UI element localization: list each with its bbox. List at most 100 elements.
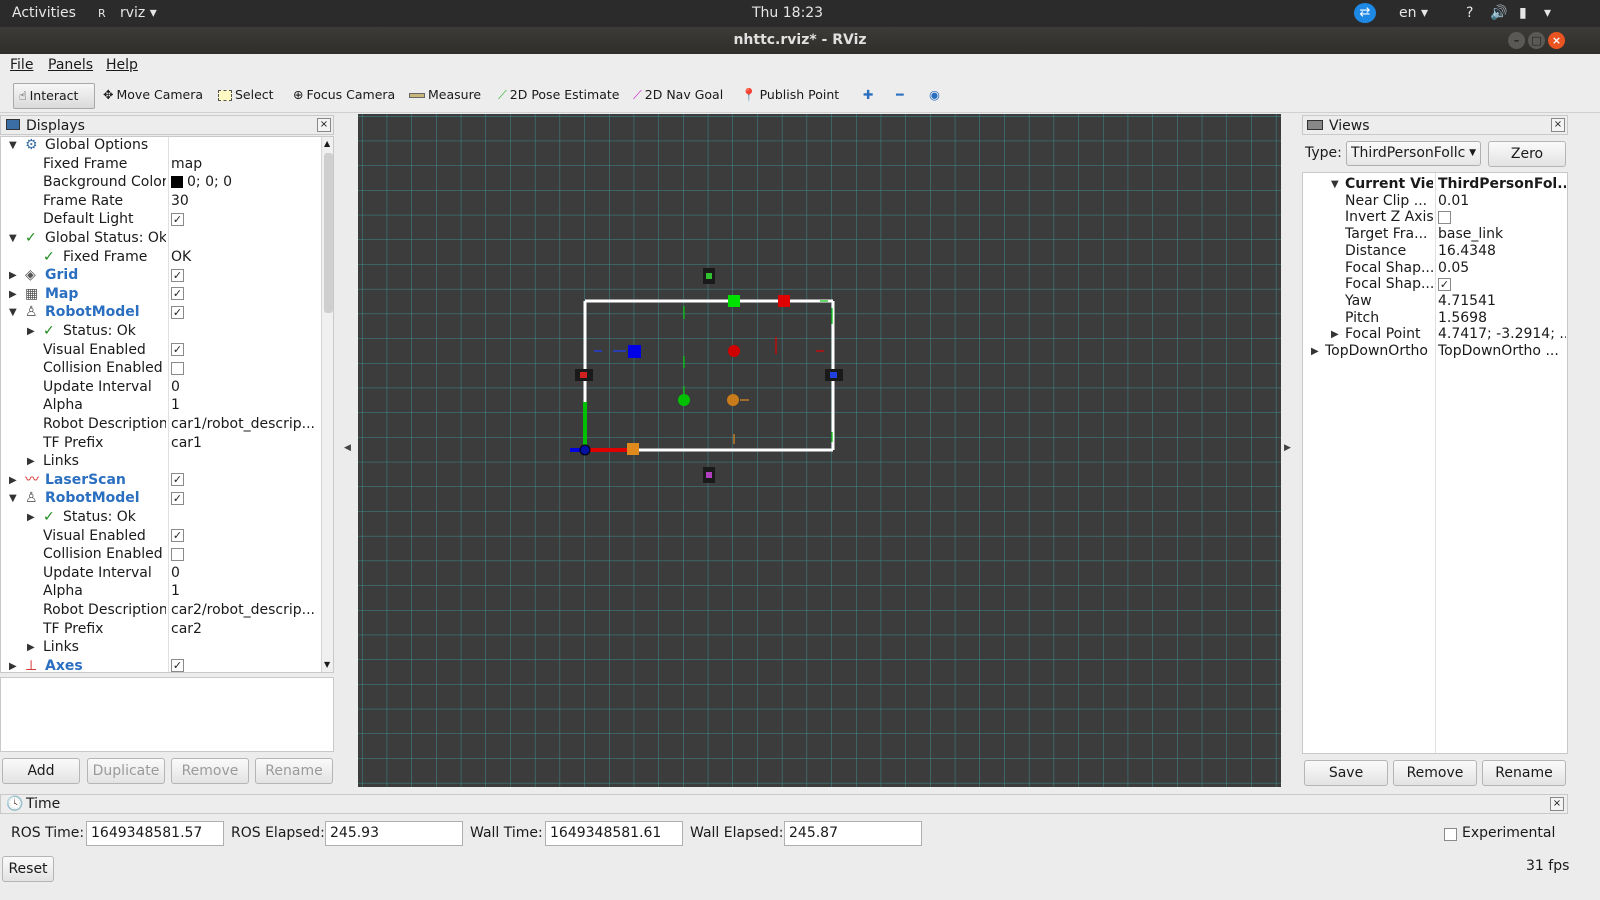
minimize-icon[interactable]: – [1508, 32, 1525, 49]
wall-time-field[interactable]: 1649348581.61 [545, 821, 683, 846]
views-close-icon[interactable]: × [1551, 118, 1565, 132]
left-splitter-arrow-icon[interactable]: ◀ [344, 443, 351, 453]
expand-arrow-open-icon[interactable]: ▼ [9, 137, 17, 155]
view-property-value[interactable]: 0.05 [1438, 260, 1469, 276]
display-checkbox[interactable]: ✓ [171, 212, 184, 226]
display-row[interactable]: ▶ ▦ Map ✓ [1, 285, 321, 304]
display-row[interactable]: ▼ ✓ Global Status: Ok [1, 229, 321, 248]
experimental-checkbox[interactable] [1444, 828, 1457, 841]
expand-arrow-open-icon[interactable]: ▼ [9, 489, 17, 508]
color-swatch[interactable] [171, 176, 183, 189]
eye-icon[interactable]: ◉ [924, 83, 945, 109]
display-row[interactable]: TF Prefix car2 [1, 620, 321, 639]
display-checkbox[interactable]: ✓ [171, 305, 184, 319]
display-row[interactable]: ▶ Links [1, 452, 321, 471]
expand-arrow-closed-icon[interactable]: ▶ [27, 322, 35, 341]
display-row[interactable]: Collision Enabled [1, 359, 321, 378]
clock[interactable]: Thu 18:23 [752, 5, 823, 21]
expand-arrow-closed-icon[interactable]: ▶ [9, 266, 17, 285]
display-row[interactable]: ▶ 〰 LaserScan ✓ [1, 471, 321, 490]
display-property-value[interactable]: car1 [171, 435, 202, 451]
view-row[interactable]: ▶ TopDownOrtho TopDownOrtho ... [1303, 342, 1567, 361]
render-viewport[interactable] [358, 114, 1281, 787]
help-icon[interactable]: ? [1466, 5, 1473, 21]
display-row[interactable]: Background Color 0; 0; 0 [1, 173, 321, 192]
display-row[interactable]: Frame Rate 30 [1, 192, 321, 211]
expand-arrow-closed-icon[interactable]: ▶ [27, 638, 35, 657]
save-view-button[interactable]: Save [1304, 760, 1388, 786]
expand-arrow-closed-icon[interactable]: ▶ [1311, 342, 1319, 361]
time-close-icon[interactable]: × [1550, 797, 1564, 811]
display-row[interactable]: ▶ ✓ Status: Ok [1, 508, 321, 527]
view-property-value[interactable]: TopDownOrtho ... [1438, 343, 1559, 359]
display-property-value[interactable]: 1 [171, 583, 180, 599]
move-camera-tool-button[interactable]: ✥ Move Camera [98, 83, 208, 109]
display-property-value[interactable]: map [171, 156, 202, 172]
view-checkbox[interactable] [1438, 210, 1451, 224]
display-row[interactable]: ▼ ⚙ Global Options [1, 137, 321, 155]
publish-point-tool-button[interactable]: 📍 Publish Point [736, 83, 844, 109]
display-row[interactable]: ✓ Fixed Frame OK [1, 248, 321, 267]
expand-arrow-open-icon[interactable]: ▼ [9, 229, 17, 248]
display-row[interactable]: Update Interval 0 [1, 564, 321, 583]
ros-elapsed-field[interactable]: 245.93 [325, 821, 463, 846]
remove-tool-icon[interactable]: ━ [891, 83, 909, 109]
display-checkbox[interactable] [171, 361, 184, 375]
displays-scrollbar[interactable]: ▲ ▼ [321, 137, 333, 672]
display-checkbox[interactable]: ✓ [171, 268, 184, 282]
expand-arrow-closed-icon[interactable]: ▶ [9, 285, 17, 304]
display-property-value[interactable]: car2/robot_descrip... [171, 602, 315, 618]
expand-arrow-closed-icon[interactable]: ▶ [27, 452, 35, 471]
expand-arrow-open-icon[interactable]: ▼ [9, 303, 17, 322]
scroll-up-icon[interactable]: ▲ [324, 139, 330, 148]
duplicate-display-button[interactable]: Duplicate [87, 758, 165, 784]
add-tool-icon[interactable]: ✚ [858, 83, 878, 109]
interact-tool-button[interactable]: ☝ Interact [13, 83, 95, 109]
add-display-button[interactable]: Add [2, 758, 80, 784]
view-property-value[interactable]: 1.5698 [1438, 310, 1487, 326]
volume-icon[interactable]: 🔊 [1490, 5, 1507, 21]
display-checkbox[interactable]: ✓ [171, 343, 184, 357]
remove-display-button[interactable]: Remove [171, 758, 249, 784]
view-property-value[interactable]: 16.4348 [1438, 243, 1496, 259]
expand-arrow-closed-icon[interactable]: ▶ [27, 508, 35, 527]
view-type-dropdown[interactable]: ThirdPersonFollc ▼ [1346, 141, 1481, 166]
display-row[interactable]: ▶ ✓ Status: Ok [1, 322, 321, 341]
display-row[interactable]: Collision Enabled [1, 545, 321, 564]
teamviewer-icon[interactable]: ⇄ [1354, 3, 1376, 23]
view-property-value[interactable]: 4.7417; -3.2914; ... [1438, 326, 1566, 342]
display-row[interactable]: Robot Description car1/robot_descrip... [1, 415, 321, 434]
view-property-value[interactable]: 0.01 [1438, 193, 1469, 209]
display-property-value[interactable]: 0 [171, 379, 180, 395]
display-property-value[interactable]: 0; 0; 0 [187, 174, 232, 190]
view-property-value[interactable]: ThirdPersonFol... [1438, 176, 1566, 192]
focus-camera-tool-button[interactable]: ⊕ Focus Camera [288, 83, 400, 109]
display-property-value[interactable]: OK [171, 249, 191, 265]
scrollbar-thumb[interactable] [324, 153, 333, 313]
display-checkbox[interactable]: ✓ [171, 529, 184, 543]
display-row[interactable]: TF Prefix car1 [1, 434, 321, 453]
display-checkbox[interactable]: ✓ [171, 287, 184, 301]
nav-goal-tool-button[interactable]: ⟋ 2D Nav Goal [628, 83, 728, 109]
view-property-value[interactable]: 4.71541 [1438, 293, 1496, 309]
display-property-value[interactable]: car2 [171, 621, 202, 637]
display-row[interactable]: ▼ ♙ RobotModel ✓ [1, 303, 321, 322]
select-tool-button[interactable]: Select [213, 83, 279, 109]
menu-help[interactable]: Help [106, 57, 138, 73]
menu-file[interactable]: File [10, 57, 33, 73]
display-row[interactable]: Visual Enabled ✓ [1, 527, 321, 546]
display-checkbox[interactable]: ✓ [171, 491, 184, 505]
display-checkbox[interactable]: ✓ [171, 659, 184, 672]
system-menu-icon[interactable]: ▾ [1544, 5, 1551, 21]
display-property-value[interactable]: car1/robot_descrip... [171, 416, 315, 432]
activities-button[interactable]: Activities [12, 5, 76, 21]
measure-tool-button[interactable]: Measure [404, 83, 486, 109]
display-row[interactable]: ▼ ♙ RobotModel ✓ [1, 489, 321, 508]
maximize-icon[interactable]: □ [1528, 32, 1545, 49]
view-checkbox[interactable]: ✓ [1438, 277, 1451, 291]
display-checkbox[interactable]: ✓ [171, 473, 184, 487]
display-row[interactable]: Alpha 1 [1, 582, 321, 601]
menu-panels[interactable]: Panels [48, 57, 93, 73]
ros-time-field[interactable]: 1649348581.57 [86, 821, 224, 846]
pose-estimate-tool-button[interactable]: ⟋ 2D Pose Estimate [493, 83, 624, 109]
